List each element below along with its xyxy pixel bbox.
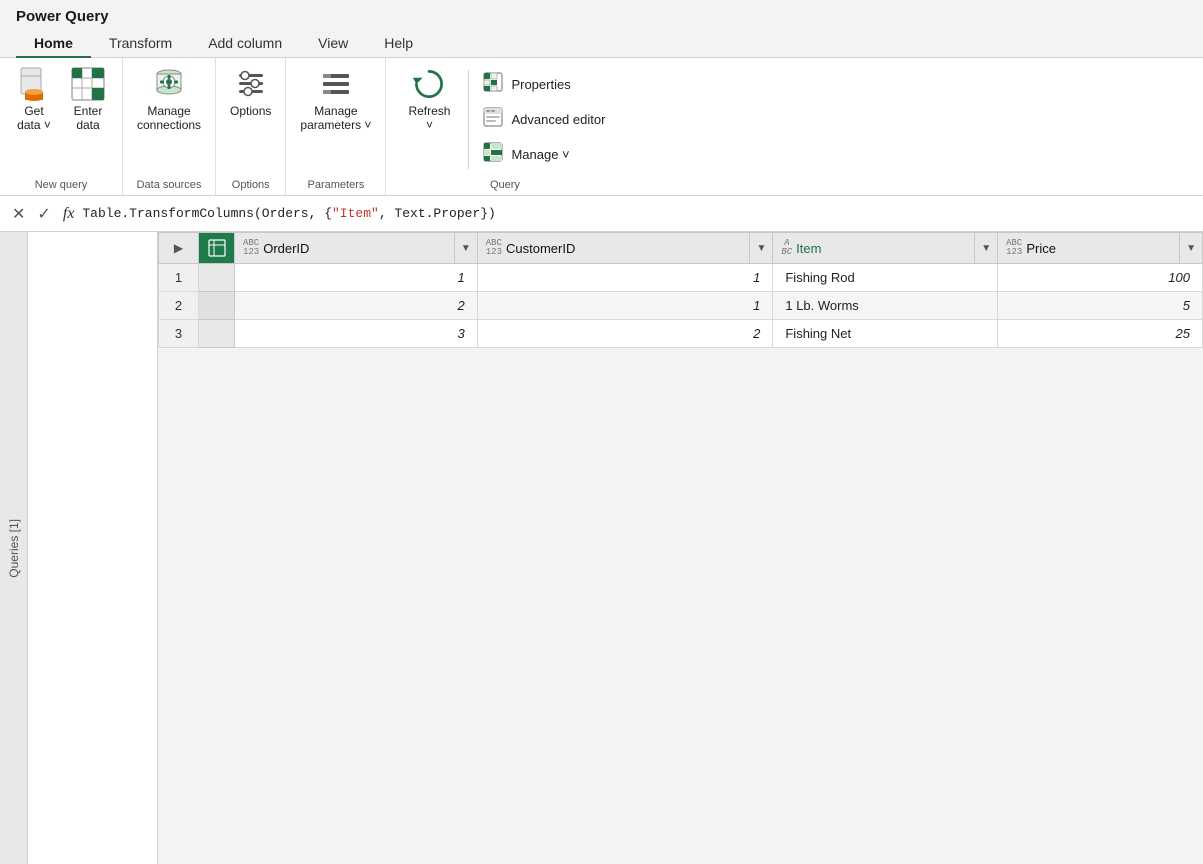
manage-connections-icon — [151, 66, 187, 102]
ribbon-group-parameters: Manageparameters ˅ Parameters — [286, 58, 386, 195]
sidebar-indicator[interactable]: Queries [1] — [0, 232, 28, 864]
tab-transform[interactable]: Transform — [91, 27, 190, 57]
enter-data-button[interactable]: Enterdata — [62, 62, 114, 137]
get-data-icon — [16, 66, 52, 102]
formula-confirm-button[interactable]: ✓ — [33, 202, 54, 226]
refresh-button[interactable]: Refresh˅ — [394, 62, 464, 137]
row-1-item: Fishing Rod — [773, 264, 998, 292]
col-name-orderid: OrderID — [263, 241, 309, 256]
main-layout: Queries [1] ▶ — [0, 232, 1203, 864]
advanced-editor-button[interactable]: Advanced editor — [477, 103, 611, 136]
expand-icon[interactable]: ▶ — [174, 241, 183, 255]
ribbon-group-data-sources: Manageconnections Data sources — [123, 58, 216, 195]
new-query-group-label: New query — [8, 179, 114, 193]
queries-panel-label: Queries [1] — [7, 519, 21, 578]
col-name-customerid: CustomerID — [506, 241, 575, 256]
enter-data-label: Enterdata — [74, 104, 103, 133]
queries-panel — [28, 232, 158, 864]
row-3-price: 25 — [998, 320, 1203, 348]
row-2-item: 1 Lb. Worms — [773, 292, 998, 320]
col-dropdown-price[interactable]: ▼ — [1179, 233, 1202, 263]
advanced-editor-icon — [483, 107, 503, 132]
refresh-icon — [411, 66, 447, 102]
query-group-label: Query — [394, 179, 615, 193]
row-2-customerid: 1 — [477, 292, 773, 320]
formula-cancel-button[interactable]: ✕ — [8, 202, 29, 226]
refresh-label: Refresh˅ — [408, 104, 450, 133]
manage-connections-label: Manageconnections — [137, 104, 201, 133]
formula-fx-label: fx — [63, 205, 75, 223]
manage-parameters-button[interactable]: Manageparameters ˅ — [294, 62, 377, 137]
ribbon-group-options: Options Options — [216, 58, 286, 195]
col-name-price: Price — [1026, 241, 1056, 256]
ribbon-group-new-query: Getdata ˅ Ente — [0, 58, 123, 195]
row-2-orderid: 2 — [235, 292, 478, 320]
parameters-group-label: Parameters — [294, 179, 377, 193]
row-3-expand — [199, 320, 235, 348]
row-3-item: Fishing Net — [773, 320, 998, 348]
row-1-expand — [199, 264, 235, 292]
row-2-price: 5 — [998, 292, 1203, 320]
manage-label: Manage ˅ — [511, 147, 569, 162]
col-dropdown-customerid[interactable]: ▼ — [749, 233, 772, 263]
row-num-2: 2 — [159, 292, 199, 320]
row-2-expand — [199, 292, 235, 320]
properties-button[interactable]: Properties — [477, 68, 611, 101]
col-header-item: A BC Item ▼ — [773, 233, 998, 264]
row-3-orderid: 3 — [235, 320, 478, 348]
formula-input[interactable]: Table.TransformColumns(Orders, {"Item", … — [82, 206, 1195, 221]
row-1-price: 100 — [998, 264, 1203, 292]
data-area: ▶ — [158, 232, 1203, 864]
data-sources-group-label: Data sources — [131, 179, 207, 193]
enter-data-icon — [70, 66, 106, 102]
get-data-button[interactable]: Getdata ˅ — [8, 62, 60, 137]
tab-add-column[interactable]: Add column — [190, 27, 300, 57]
col-header-customerid: ABC 123 CustomerID ▼ — [477, 233, 773, 264]
app-title: Power Query — [0, 0, 1203, 25]
manage-parameters-icon — [318, 66, 354, 102]
manage-button[interactable]: Manage ˅ — [477, 138, 611, 171]
row-3-customerid: 2 — [477, 320, 773, 348]
row-num-1: 1 — [159, 264, 199, 292]
table-row: 2 2 1 1 Lb. Worms 5 — [159, 292, 1203, 320]
col-dropdown-orderid[interactable]: ▼ — [454, 233, 477, 263]
row-num-3: 3 — [159, 320, 199, 348]
formula-bar: ✕ ✓ fx Table.TransformColumns(Orders, {"… — [0, 196, 1203, 232]
table-icon — [208, 239, 226, 257]
properties-label: Properties — [511, 77, 570, 92]
col-header-price: ABC 123 Price ▼ — [998, 233, 1203, 264]
col-dropdown-item[interactable]: ▼ — [974, 233, 997, 263]
ribbon-group-query: Refresh˅ — [386, 58, 623, 195]
ribbon-toolbar: Getdata ˅ Ente — [0, 58, 1203, 196]
manage-parameters-label: Manageparameters ˅ — [300, 104, 371, 133]
options-icon — [233, 66, 269, 102]
row-1-orderid: 1 — [235, 264, 478, 292]
options-button[interactable]: Options — [224, 62, 277, 122]
tab-home[interactable]: Home — [16, 27, 91, 57]
manage-icon — [483, 142, 503, 167]
data-table: ▶ — [158, 232, 1203, 348]
row-1-customerid: 1 — [477, 264, 773, 292]
advanced-editor-label: Advanced editor — [511, 112, 605, 127]
options-label: Options — [230, 104, 271, 118]
table-row: 3 3 2 Fishing Net 25 — [159, 320, 1203, 348]
col-name-item: Item — [796, 241, 821, 256]
manage-connections-button[interactable]: Manageconnections — [131, 62, 207, 137]
properties-icon — [483, 72, 503, 97]
table-type-header[interactable] — [199, 233, 235, 264]
table-row: 1 1 1 Fishing Rod 100 — [159, 264, 1203, 292]
formula-bar-actions: ✕ ✓ — [8, 202, 55, 226]
col-header-orderid: ABC 123 OrderID ▼ — [235, 233, 478, 264]
options-group-label: Options — [224, 179, 277, 193]
table-expand-header: ▶ — [159, 233, 199, 264]
get-data-label: Getdata ˅ — [17, 104, 51, 133]
tab-help[interactable]: Help — [366, 27, 431, 57]
tab-view[interactable]: View — [300, 27, 366, 57]
ribbon-tab-bar: Home Transform Add column View Help — [0, 27, 1203, 58]
